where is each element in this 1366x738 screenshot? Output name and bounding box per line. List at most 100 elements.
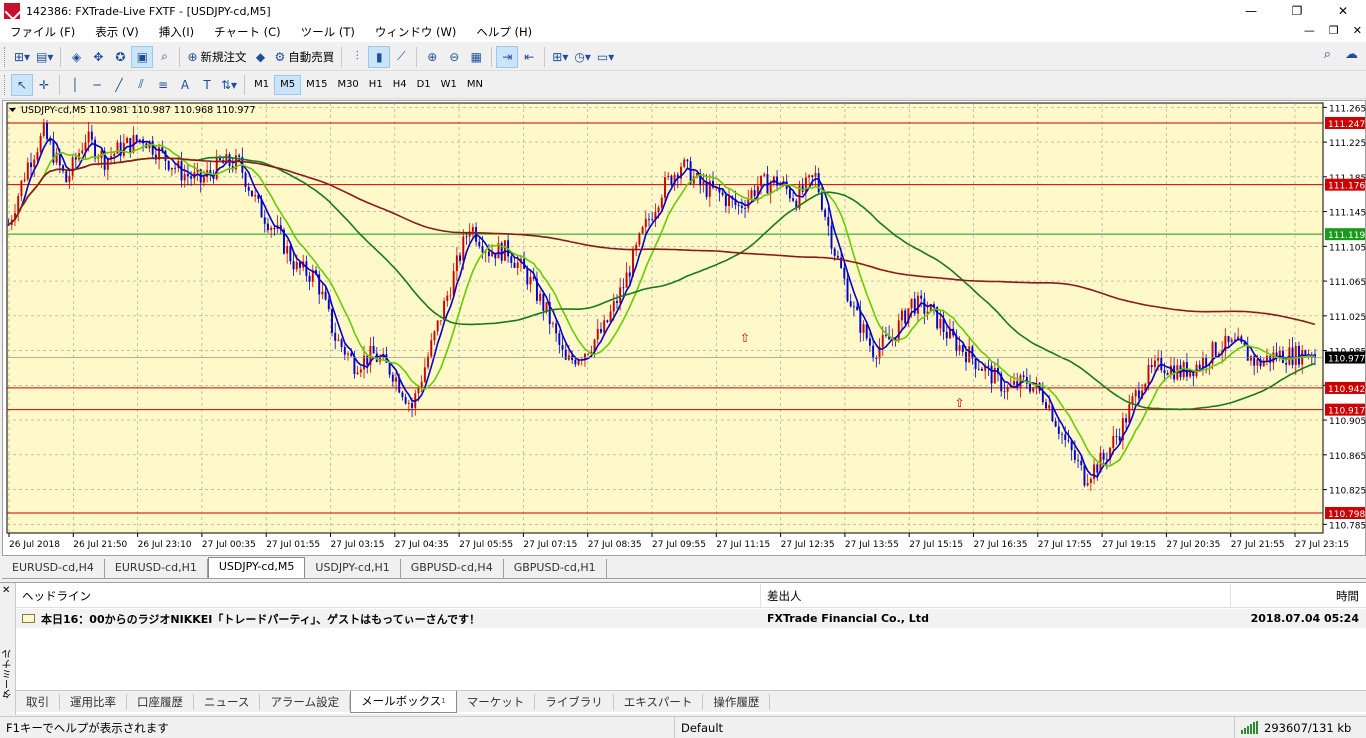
chart-tab-usdjpy-m5[interactable]: USDJPY-cd,M5 (207, 557, 306, 578)
chart-window[interactable]: 111.265111.225111.185111.145111.105111.0… (2, 100, 1366, 556)
metaeditor-icon[interactable]: ◆ (250, 46, 272, 68)
new-chart-icon[interactable]: ⊞▾ (11, 46, 33, 68)
candle-body (1067, 439, 1070, 441)
mail-from: FXTrade Financial Co., Ltd (767, 612, 929, 625)
chart-tab-gbpusd-h1[interactable]: GBPUSD-cd,H1 (504, 559, 607, 578)
zoom-out-icon[interactable]: ⊖ (443, 46, 465, 68)
candle-body (836, 255, 839, 258)
crosshair-icon[interactable]: ✛ (33, 74, 55, 96)
timeframe-h1[interactable]: H1 (364, 75, 388, 95)
terminal-icon[interactable]: ▣ (131, 45, 154, 68)
market-watch-icon[interactable]: ◈ (65, 46, 87, 68)
timeframe-d1[interactable]: D1 (412, 75, 436, 95)
candle-body (961, 345, 964, 352)
mdi-close-icon[interactable]: ✕ (1353, 24, 1362, 37)
tab-mailbox[interactable]: メールボックス 1 (350, 690, 457, 713)
x-tick-label: 27 Jul 00:35 (202, 540, 256, 550)
periods-icon[interactable]: ◷▾ (571, 46, 594, 68)
timeframe-m15[interactable]: M15 (301, 75, 332, 95)
fibonacci-icon[interactable]: ≡ (152, 74, 174, 96)
tab-trade[interactable]: 取引 (16, 693, 60, 710)
candle-body (849, 301, 852, 307)
timeframe-m30[interactable]: M30 (332, 75, 363, 95)
candle-body (340, 339, 343, 348)
profiles-icon[interactable]: ▤▾ (33, 46, 56, 68)
candle-body (801, 185, 804, 192)
tab-account-history[interactable]: 口座履歴 (127, 693, 194, 710)
chat-icon[interactable]: ☁ (1345, 47, 1358, 62)
mail-row[interactable]: 本日16：00からのラジオNIKKEI「トレードパーティ」、ゲストはもってぃーさ… (16, 609, 1366, 628)
close-button[interactable]: ✕ (1320, 0, 1366, 22)
candle-body (728, 196, 730, 207)
timeframe-mn[interactable]: MN (462, 75, 488, 95)
indicators-icon[interactable]: ⊞▾ (549, 46, 571, 68)
chart-tab-eurusd-h4[interactable]: EURUSD-cd,H4 (2, 559, 105, 578)
strategy-tester-icon[interactable]: ⌕ (153, 46, 175, 68)
menu-chart[interactable]: チャート (C) (204, 24, 291, 40)
candle-body (1157, 357, 1160, 361)
menu-tools[interactable]: ツール (T) (291, 24, 365, 40)
terminal-close-icon[interactable]: ✕ (2, 585, 10, 596)
cursor-icon[interactable]: ↖ (11, 73, 33, 96)
timeframe-m1[interactable]: M1 (249, 75, 274, 95)
candle-body (968, 346, 971, 363)
tab-alerts[interactable]: アラーム設定 (260, 693, 351, 710)
candle-body (1032, 387, 1035, 392)
timeframe-h4[interactable]: H4 (388, 75, 412, 95)
candle-body (129, 138, 132, 153)
templates-icon[interactable]: ▭▾ (594, 46, 617, 68)
column-time[interactable]: 時間 (1231, 584, 1365, 607)
auto-scroll-icon[interactable]: ⇥ (496, 45, 519, 68)
menu-file[interactable]: ファイル (F) (0, 24, 85, 40)
text-icon[interactable]: A (174, 74, 196, 96)
search-icon[interactable]: ⌕ (1324, 47, 1331, 62)
data-window-icon[interactable]: ✥ (87, 46, 109, 68)
equidistant-channel-icon[interactable]: ⫽ (130, 74, 152, 96)
column-headline[interactable]: ヘッドライン (16, 584, 761, 607)
chart-tab-eurusd-h1[interactable]: EURUSD-cd,H1 (105, 559, 208, 578)
mdi-restore-icon[interactable]: ❐ (1329, 24, 1339, 37)
zoom-in-icon[interactable]: ⊕ (421, 46, 443, 68)
auto-trade-button[interactable]: ⚙ 自動売買 (272, 46, 338, 68)
line-chart-icon[interactable]: ⟋ (390, 46, 412, 68)
tab-experts[interactable]: エキスパート (614, 693, 704, 710)
candle-body (1115, 436, 1118, 437)
chart-tab-usdjpy-h1[interactable]: USDJPY-cd,H1 (305, 559, 401, 578)
tab-library[interactable]: ライブラリ (535, 693, 614, 710)
candle-body (539, 293, 542, 301)
tab-journal[interactable]: 操作履歴 (703, 693, 771, 710)
menu-help[interactable]: ヘルプ (H) (466, 24, 542, 40)
candle-body (372, 346, 375, 354)
status-profile: Default (675, 717, 1235, 738)
vertical-line-icon[interactable]: │ (64, 74, 86, 96)
navigator-icon[interactable]: ✪ (109, 46, 131, 68)
menu-insert[interactable]: 挿入(I) (149, 24, 204, 40)
timeframe-w1[interactable]: W1 (436, 75, 462, 95)
candle-body (42, 123, 45, 136)
candlestick-icon[interactable]: ▮ (368, 45, 391, 68)
arrows-icon[interactable]: ⇅▾ (218, 74, 240, 96)
menu-window[interactable]: ウィンドウ (W) (365, 24, 467, 40)
new-order-button[interactable]: ⊕ 新規注文 (184, 46, 249, 68)
column-from[interactable]: 差出人 (761, 584, 1231, 607)
tab-market[interactable]: マーケット (457, 693, 536, 710)
tab-news[interactable]: ニュース (194, 693, 261, 710)
candle-body (635, 244, 638, 250)
mdi-minimize-icon[interactable]: — (1304, 24, 1315, 37)
chart-shift-icon[interactable]: ⇤ (518, 46, 540, 68)
tab-exposure[interactable]: 運用比率 (60, 693, 127, 710)
candle-body (628, 272, 631, 277)
tile-windows-icon[interactable]: ▦ (465, 46, 487, 68)
x-tick-label: 27 Jul 04:35 (395, 540, 449, 550)
timeframe-m5[interactable]: M5 (274, 74, 302, 95)
menu-view[interactable]: 表示 (V) (85, 24, 149, 40)
candle-body (721, 192, 724, 195)
restore-button[interactable]: ❐ (1274, 0, 1320, 22)
text-label-icon[interactable]: T (196, 74, 218, 96)
price-chart[interactable]: 111.265111.225111.185111.145111.105111.0… (3, 101, 1366, 557)
trendline-icon[interactable]: ╱ (108, 74, 130, 96)
bar-chart-icon[interactable]: ⫶ (346, 46, 368, 68)
horizontal-line-icon[interactable]: ─ (86, 74, 108, 96)
chart-tab-gbpusd-h4[interactable]: GBPUSD-cd,H4 (401, 559, 504, 578)
minimize-button[interactable]: — (1228, 0, 1274, 22)
